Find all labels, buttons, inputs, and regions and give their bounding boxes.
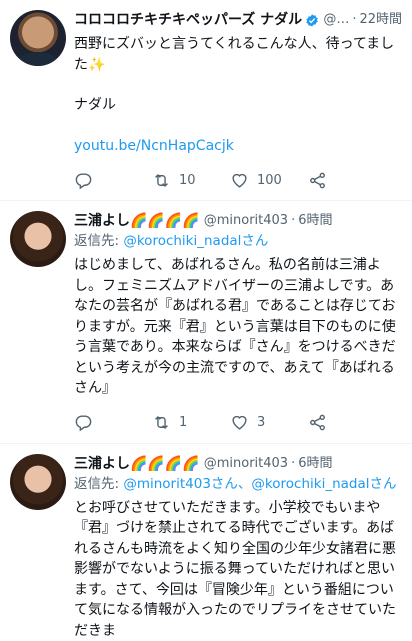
heart-icon	[230, 171, 249, 190]
author-handle[interactable]: @…	[323, 10, 349, 30]
like-button[interactable]: 100	[230, 171, 308, 190]
retweet-icon	[152, 413, 171, 432]
author-name[interactable]: コロコロチキチキペッパーズ ナダル	[74, 10, 302, 30]
avatar[interactable]	[10, 454, 66, 510]
heart-icon	[230, 413, 249, 432]
retweet-icon	[152, 171, 171, 190]
reply-to-label: 返信先:	[74, 233, 123, 249]
tweet-header: コロコロチキチキペッパーズ ナダル @… · 22時間	[74, 10, 402, 30]
reply-mention[interactable]: @minorit403さん、@korochiki_nadalさん	[123, 476, 396, 492]
avatar[interactable]	[10, 10, 66, 66]
retweet-count: 10	[179, 173, 196, 188]
timestamp[interactable]: 22時間	[359, 10, 402, 30]
avatar[interactable]	[10, 211, 66, 267]
tweet-actions: 1 3	[74, 403, 402, 443]
tweet[interactable]: 三浦よし🌈🌈🌈🌈 @minorit403 · 6時間 返信先: @korochi…	[0, 200, 412, 443]
like-count: 100	[257, 173, 282, 188]
dot-separator: ·	[352, 10, 356, 30]
reply-mention[interactable]: @korochiki_nadalさん	[123, 233, 268, 249]
reply-button[interactable]	[74, 413, 152, 432]
reply-to-label: 返信先:	[74, 476, 123, 492]
share-icon	[308, 413, 327, 432]
tweet-header: 三浦よし🌈🌈🌈🌈 @minorit403 · 6時間	[74, 211, 402, 231]
reply-icon	[74, 413, 93, 432]
timestamp[interactable]: 6時間	[298, 454, 332, 474]
tweet-text: とお呼びさせていただきます。小学校でもいまや『君』づけを禁止されてる時代でござい…	[74, 498, 402, 641]
retweet-button[interactable]: 1	[152, 413, 230, 432]
reply-button[interactable]	[74, 171, 152, 190]
tweet-text: 西野にズバッと言うてくれるこんな人、待ってました✨ ナダル youtu.be/N…	[74, 34, 402, 156]
tweet[interactable]: コロコロチキチキペッパーズ ナダル @… · 22時間 西野にズバッと言うてくれ…	[0, 0, 412, 200]
dot-separator: ·	[291, 454, 295, 474]
tweet-text: はじめまして、あばれるさん。私の名前は三浦よし。フェミニズムアドバイザーの三浦よ…	[74, 255, 402, 399]
author-name[interactable]: 三浦よし🌈🌈🌈🌈	[74, 454, 200, 474]
dot-separator: ·	[291, 211, 295, 231]
reply-icon	[74, 171, 93, 190]
reply-to-line: 返信先: @minorit403さん、@korochiki_nadalさん	[74, 474, 402, 494]
share-button[interactable]	[308, 413, 335, 432]
author-handle[interactable]: @minorit403	[204, 454, 288, 474]
author-name[interactable]: 三浦よし🌈🌈🌈🌈	[74, 211, 200, 231]
tweet-line: 西野にズバッと言うてくれるこんな人、待ってました✨	[74, 34, 402, 75]
verified-badge-icon	[305, 13, 319, 28]
tweet-header: 三浦よし🌈🌈🌈🌈 @minorit403 · 6時間	[74, 454, 402, 474]
timestamp[interactable]: 6時間	[298, 211, 332, 231]
like-count: 3	[257, 415, 265, 430]
share-button[interactable]	[308, 171, 335, 190]
retweet-button[interactable]: 10	[152, 171, 230, 190]
reply-to-line: 返信先: @korochiki_nadalさん	[74, 231, 402, 251]
tweet[interactable]: 三浦よし🌈🌈🌈🌈 @minorit403 · 6時間 返信先: @minorit…	[0, 443, 412, 641]
like-button[interactable]: 3	[230, 413, 308, 432]
tweet-link[interactable]: youtu.be/NcnHapCacjk	[74, 136, 402, 157]
tweet-actions: 10 100	[74, 160, 402, 200]
author-handle[interactable]: @minorit403	[204, 211, 288, 231]
retweet-count: 1	[179, 415, 187, 430]
share-icon	[308, 171, 327, 190]
tweet-line: ナダル	[74, 95, 402, 116]
